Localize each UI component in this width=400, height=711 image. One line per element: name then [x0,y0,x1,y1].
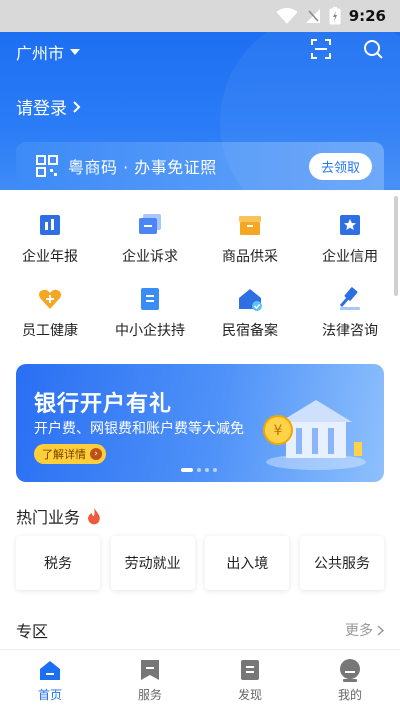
home-icon [40,661,60,680]
login-text: 请登录 [16,99,67,119]
scan-icon[interactable] [310,38,332,60]
grid-item-label: 商品供采 [222,249,278,265]
chevron-right-icon [73,100,81,113]
city-selector[interactable]: 广州市 [16,40,81,64]
tab-label: 首页 [37,688,62,702]
legal-icon [339,287,360,310]
business-code-card[interactable]: 粤商码 · 办事免证照 去领取 [16,142,384,190]
grid-item-label: 民宿备案 [222,323,278,339]
tab-label: 服务 [137,688,162,702]
health-icon [39,289,61,309]
hot-title-text: 热门业务 [16,508,81,527]
signal-icon [305,9,320,23]
grid-item-health[interactable]: 员工健康 [0,286,100,340]
svg-text:¥: ¥ [274,423,283,439]
zone-more-label: 更多 [345,623,373,639]
tab-discover[interactable]: 发现 [200,650,300,711]
grid-item-label: 企业信用 [322,249,378,265]
hot-items-row: 税务 劳动就业 出入境 公共服务 [16,536,384,590]
tab-label: 我的 [337,688,362,702]
banner-details-label: 了解详情 [42,448,86,461]
banner-pagination [181,468,217,472]
main-panel: 企业年报 企业诉求 商品供采 企业信用 员工健康 中小企扶持 民宿备案 法律咨询… [0,190,400,650]
zone-title: 专区 [16,622,49,641]
claim-button[interactable]: 去领取 [308,152,372,180]
grid-item-credit[interactable]: 企业信用 [300,212,400,266]
status-time: 9:26 [348,7,386,25]
hot-item-tax[interactable]: 税务 [16,536,100,590]
bottom-tab-bar: 首页 服务 发现 我的 [0,649,400,711]
promo-banner[interactable]: 银行开户有礼 开户费、网银费和账户费等大减免 了解详情 › ¥ [16,364,384,482]
zone-section-header: 专区 更多 [16,618,384,642]
grid-item-homestay[interactable]: 民宿备案 [200,286,300,340]
grid-item-appeal[interactable]: 企业诉求 [100,212,200,266]
banner-title: 银行开户有礼 [34,392,173,417]
tab-home[interactable]: 首页 [0,650,100,711]
grid-item-annual-report[interactable]: 企业年报 [0,212,100,266]
homestay-icon [239,289,262,311]
login-link[interactable]: 请登录 [16,94,81,119]
supply-icon [239,216,261,235]
discover-icon [241,660,259,680]
battery-icon [329,7,341,25]
city-label: 广州市 [16,44,65,63]
grid-item-label: 法律咨询 [322,323,378,339]
search-icon[interactable] [362,38,384,60]
grid-item-label: 企业年报 [22,249,78,265]
tab-profile[interactable]: 我的 [300,650,400,711]
chevron-right-icon [377,624,384,636]
grid-item-label: 中小企扶持 [115,323,185,339]
tab-service[interactable]: 服务 [100,650,200,711]
business-code-text: 粤商码 · 办事免证照 [68,158,217,177]
profile-icon [340,659,360,682]
grid-item-supply[interactable]: 商品供采 [200,212,300,266]
grid-item-label: 企业诉求 [122,249,178,265]
header: 广州市 请登录 粤商码 · 办事免证照 去领取 [0,32,400,190]
hot-section-title: 热门业务 [16,504,102,528]
annual-report-icon [40,215,60,235]
grid-item-sme-support[interactable]: 中小企扶持 [100,286,200,340]
qr-code-icon [36,155,58,177]
scrollbar[interactable] [394,196,398,296]
hot-item-public-service[interactable]: 公共服务 [299,536,384,590]
service-grid: 企业年报 企业诉求 商品供采 企业信用 员工健康 中小企扶持 民宿备案 法律咨询 [0,212,400,340]
caret-down-icon [70,49,81,55]
grid-item-legal[interactable]: 法律咨询 [300,286,400,340]
bank-illustration-icon: ¥ [263,400,366,470]
banner-subtitle: 开户费、网银费和账户费等大减免 [34,421,244,437]
wifi-icon [276,8,297,24]
status-bar: 9:26 [0,0,400,32]
grid-item-label: 员工健康 [22,323,78,339]
support-icon [141,288,159,310]
hot-item-immigration[interactable]: 出入境 [205,536,290,590]
fire-icon [88,508,100,525]
hot-item-employment[interactable]: 劳动就业 [110,536,195,590]
zone-more-link[interactable]: 更多 [345,620,384,640]
credit-icon [340,215,360,235]
appeal-icon [139,214,161,234]
tab-label: 发现 [237,688,262,702]
arrow-right-icon: › [90,448,102,460]
banner-details-button[interactable]: 了解详情 › [34,444,106,464]
service-icon [141,660,159,680]
